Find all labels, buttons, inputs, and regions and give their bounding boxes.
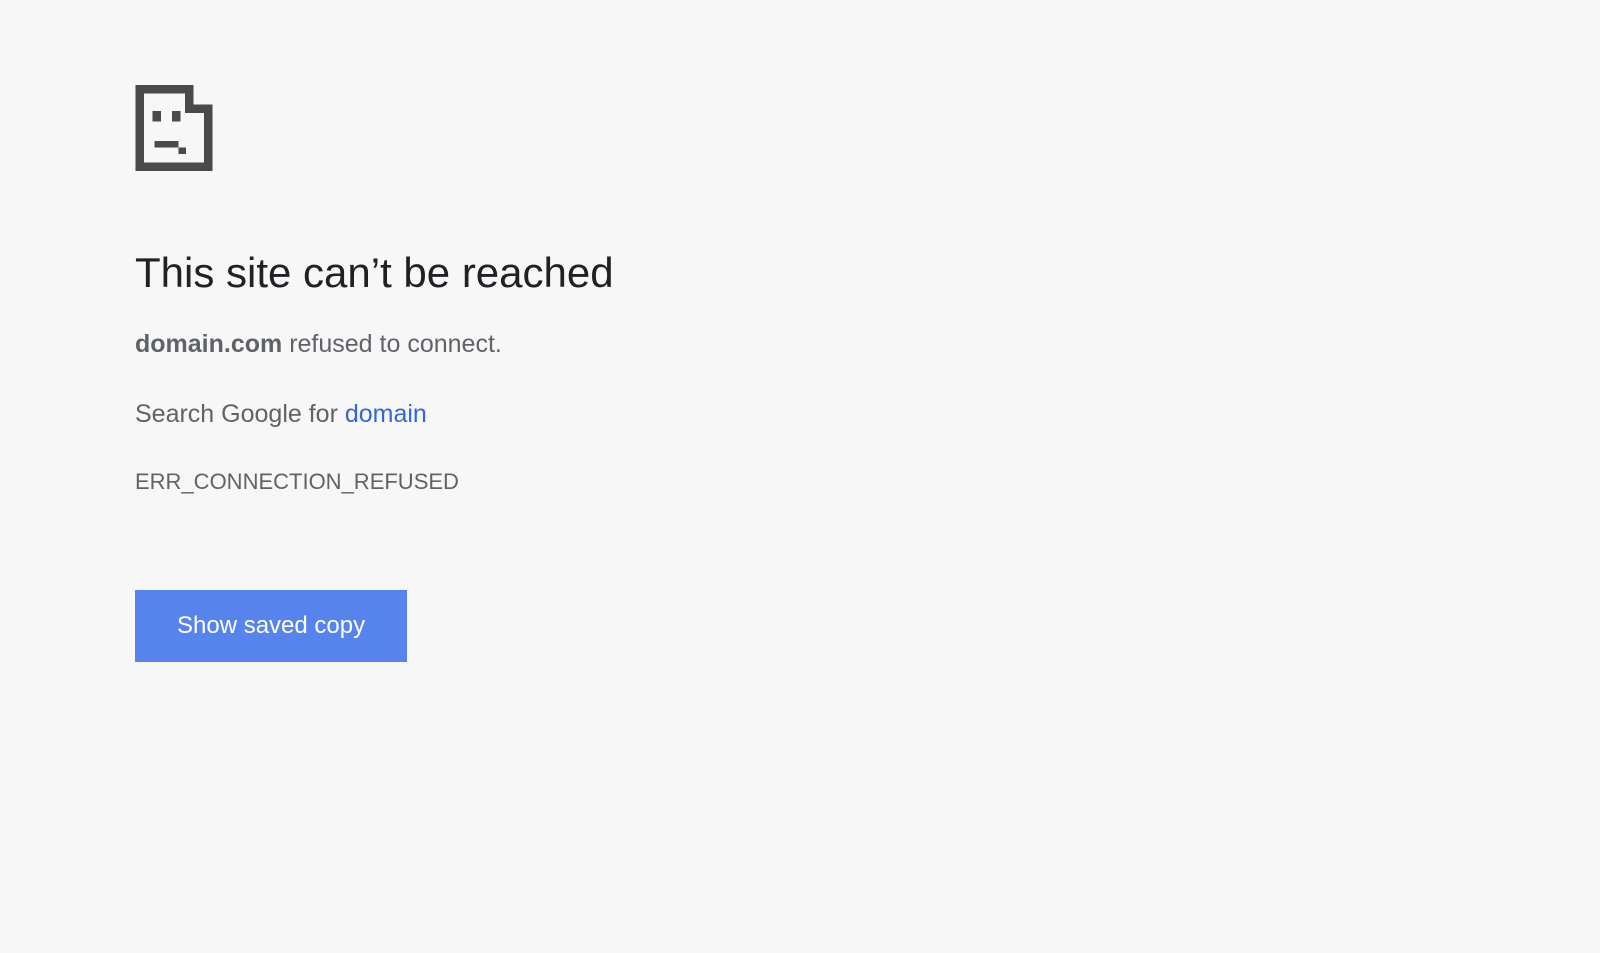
- error-code: ERR_CONNECTION_REFUSED: [135, 469, 760, 495]
- search-suggestion: Search Google for domain: [135, 400, 760, 429]
- search-link[interactable]: domain: [345, 400, 427, 428]
- error-page-container: This site can’t be reached domain.com re…: [0, 0, 760, 662]
- search-prefix: Search Google for: [135, 400, 345, 428]
- sad-page-icon: [135, 85, 760, 171]
- error-domain: domain.com: [135, 330, 282, 358]
- error-refused-text: refused to connect.: [282, 330, 502, 358]
- button-wrap: Show saved copy: [135, 590, 760, 662]
- show-saved-copy-button[interactable]: Show saved copy: [135, 590, 407, 662]
- error-heading: This site can’t be reached: [135, 249, 760, 297]
- error-subtext: domain.com refused to connect.: [135, 327, 760, 362]
